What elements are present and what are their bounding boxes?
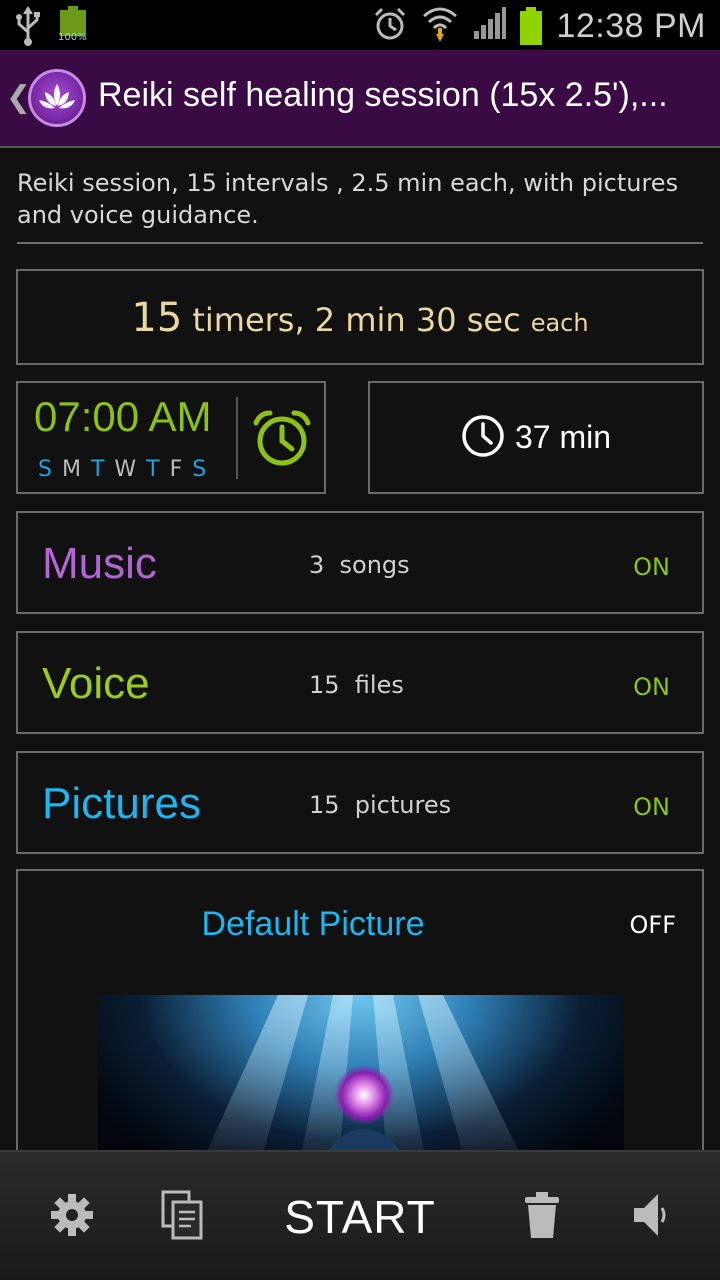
signal-icon <box>472 7 507 45</box>
alarm-time: 07:00 AM <box>34 393 212 440</box>
status-bar-left: 100% <box>14 6 87 50</box>
wifi-icon <box>422 4 458 48</box>
total-duration: 37 min <box>368 381 704 494</box>
copy-icon <box>159 1190 205 1244</box>
lotus-logo-icon[interactable] <box>28 69 86 127</box>
battery-percent-label: 100% <box>58 32 87 43</box>
action-bar: ❮ Reiki self healing session (15x 2.5'),… <box>0 50 720 148</box>
default-picture-image <box>98 995 624 1167</box>
day-tuesday: T <box>90 457 105 482</box>
session-description: Reiki session, 15 intervals , 2.5 min ea… <box>17 169 679 229</box>
voice-title: Voice <box>42 659 150 708</box>
divider <box>17 242 703 244</box>
alarm-button[interactable]: 07:00 AM S M T W T F S <box>16 381 326 494</box>
voice-row[interactable]: Voice 15 files ON <box>16 631 704 734</box>
status-bar: 100% 12:38 PM <box>0 0 720 50</box>
timer-count: 15 <box>131 295 183 341</box>
battery-icon <box>520 7 543 45</box>
volume-icon <box>630 1190 670 1244</box>
settings-button[interactable] <box>30 1152 114 1280</box>
start-button[interactable]: START <box>250 1152 470 1280</box>
voice-count: 15 files <box>309 671 404 699</box>
timer-each-label: each <box>530 309 589 337</box>
music-title: Music <box>42 539 157 588</box>
clock-icon <box>461 414 505 462</box>
music-count: 3 songs <box>309 551 410 579</box>
pictures-count: 15 pictures <box>309 791 452 819</box>
pictures-row[interactable]: Pictures 15 pictures ON <box>16 751 704 854</box>
music-toggle[interactable]: ON <box>633 553 670 581</box>
alarm-days: S M T W T F S <box>38 457 206 482</box>
copy-button[interactable] <box>140 1152 224 1280</box>
page-title: Reiki self healing session (15x 2.5'),..… <box>98 76 668 114</box>
timer-duration-text: timers, 2 min 30 sec <box>192 301 521 339</box>
alarm-clock-icon[interactable] <box>250 407 314 475</box>
alarm-clock-icon <box>372 6 408 46</box>
usb-icon <box>14 6 42 50</box>
timers-summary-button[interactable]: 15 timers, 2 min 30 sec each <box>16 269 704 365</box>
delete-button[interactable] <box>500 1152 584 1280</box>
battery-charging-icon: 100% <box>58 6 87 43</box>
volume-button[interactable] <box>608 1152 692 1280</box>
pictures-toggle[interactable]: ON <box>633 793 670 821</box>
day-sunday: S <box>38 457 52 482</box>
total-duration-value: 37 min <box>514 419 612 455</box>
delete-icon <box>522 1190 562 1244</box>
settings-icon <box>49 1192 95 1242</box>
default-picture-panel[interactable]: Default Picture OFF <box>16 869 704 1169</box>
status-bar-right: 12:38 PM <box>372 4 706 48</box>
day-saturday: S <box>192 457 207 482</box>
day-wednesday: W <box>114 457 137 482</box>
alarm-separator <box>236 397 238 479</box>
day-thursday: T <box>146 457 160 482</box>
bottom-toolbar: START <box>0 1150 720 1280</box>
day-monday: M <box>61 457 81 482</box>
day-friday: F <box>169 457 183 482</box>
voice-toggle[interactable]: ON <box>633 673 670 701</box>
default-picture-toggle[interactable]: OFF <box>630 911 677 939</box>
clock-time: 12:38 PM <box>556 6 706 45</box>
music-row[interactable]: Music 3 songs ON <box>16 511 704 614</box>
pictures-title: Pictures <box>42 779 201 828</box>
default-picture-title: Default Picture <box>201 905 425 943</box>
